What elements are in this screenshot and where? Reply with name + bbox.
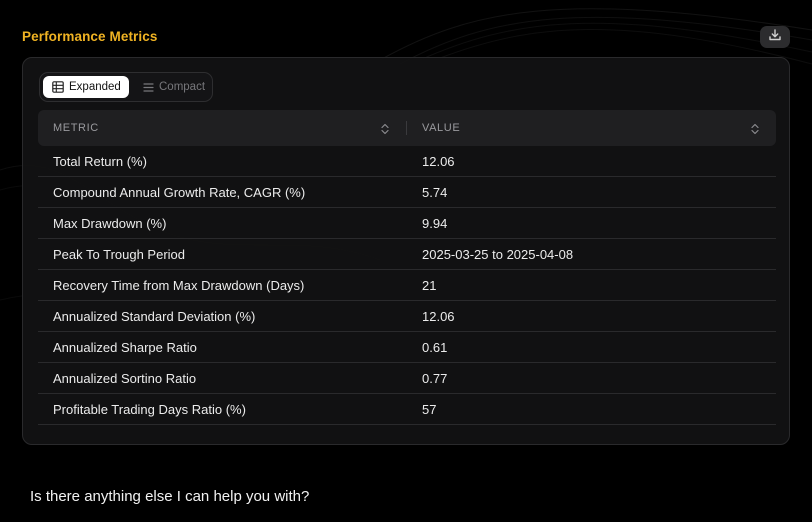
table-row: Annualized Standard Deviation (%) 12.06 <box>38 301 776 332</box>
value-cell: 12.06 <box>422 153 455 169</box>
metric-cell: Total Return (%) <box>53 153 147 169</box>
table-row: Total Return (%) 12.06 <box>38 146 776 177</box>
value-column-header[interactable]: VALUE <box>422 110 460 146</box>
expanded-view-label: Expanded <box>69 81 121 93</box>
expanded-view-button[interactable]: Expanded <box>43 76 129 98</box>
performance-metrics-card: Expanded Compact METRIC VALUE Total Retu… <box>22 57 790 445</box>
metric-cell: Recovery Time from Max Drawdown (Days) <box>53 277 305 293</box>
table-icon <box>52 81 64 93</box>
table-body: Total Return (%) 12.06 Compound Annual G… <box>38 146 776 425</box>
table-row: Annualized Sharpe Ratio 0.61 <box>38 332 776 363</box>
table-row: Max Drawdown (%) 9.94 <box>38 208 776 239</box>
metric-cell: Annualized Sortino Ratio <box>53 370 197 386</box>
metric-column-header[interactable]: METRIC <box>53 110 99 146</box>
value-cell: 9.94 <box>422 215 448 231</box>
value-cell: 57 <box>422 401 437 417</box>
column-divider <box>406 121 407 135</box>
value-cell: 5.74 <box>422 184 448 200</box>
metric-sort-icon[interactable] <box>381 122 389 140</box>
table-row: Annualized Sortino Ratio 0.77 <box>38 363 776 394</box>
table-row: Compound Annual Growth Rate, CAGR (%) 5.… <box>38 177 776 208</box>
table-row: Recovery Time from Max Drawdown (Days) 2… <box>38 270 776 301</box>
compact-view-label: Compact <box>159 81 206 93</box>
table-header: METRIC VALUE <box>38 110 776 146</box>
metric-cell: Compound Annual Growth Rate, CAGR (%) <box>53 184 306 200</box>
value-cell: 21 <box>422 277 437 293</box>
value-cell: 2025-03-25 to 2025-04-08 <box>422 246 574 262</box>
assistant-followup-message: Is there anything else I can help you wi… <box>30 488 310 505</box>
section-title: Performance Metrics <box>22 29 158 44</box>
download-icon <box>768 28 782 47</box>
table-row: Peak To Trough Period 2025-03-25 to 2025… <box>38 239 776 270</box>
metric-cell: Annualized Sharpe Ratio <box>53 339 197 355</box>
list-icon <box>143 82 154 93</box>
metric-cell: Max Drawdown (%) <box>53 215 167 231</box>
value-cell: 12.06 <box>422 308 455 324</box>
metric-cell: Annualized Standard Deviation (%) <box>53 308 256 324</box>
value-sort-icon[interactable] <box>751 122 759 140</box>
compact-view-button[interactable]: Compact <box>134 76 210 98</box>
download-button[interactable] <box>760 26 790 48</box>
value-cell: 0.61 <box>422 339 448 355</box>
view-toggle: Expanded Compact <box>39 72 213 102</box>
value-cell: 0.77 <box>422 370 448 386</box>
table-row: Profitable Trading Days Ratio (%) 57 <box>38 394 776 425</box>
metric-cell: Profitable Trading Days Ratio (%) <box>53 401 246 417</box>
metric-cell: Peak To Trough Period <box>53 246 186 262</box>
